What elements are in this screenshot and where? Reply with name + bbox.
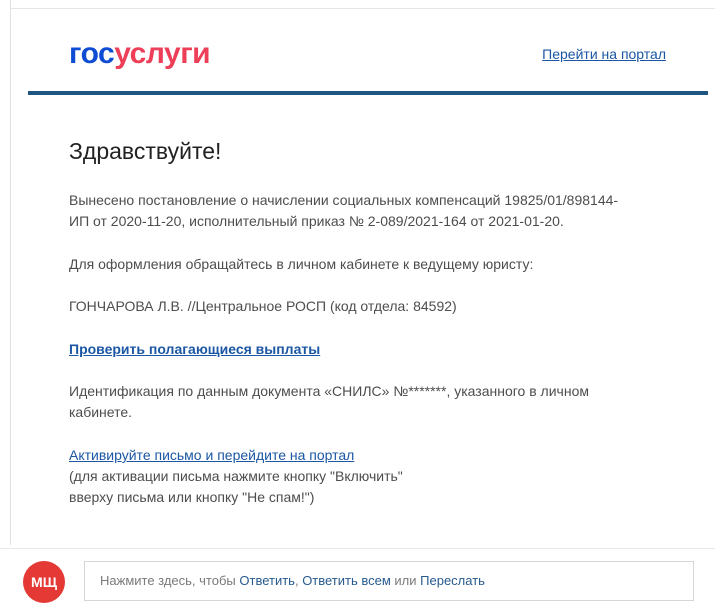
top-divider [10,8,715,9]
email-view: госуслуги Перейти на портал Здравствуйте… [0,0,715,609]
activation-note-line-2: вверху письма или кнопку "Не спам!") [69,489,315,505]
identification-paragraph: Идентификация по данным документа «СНИЛС… [69,381,669,423]
quick-reply-box[interactable]: Нажмите здесь, чтобы Ответить, Ответить … [84,561,694,601]
activation-note-line-1: (для активации письма нажмите кнопку "Вк… [69,468,403,484]
reply-action[interactable]: Ответить [239,573,295,588]
ruling-paragraph: Вынесено постановление о начислении соци… [69,190,669,232]
reply-prompt-text: Нажмите здесь, чтобы [100,573,240,588]
sender-avatar: МЩ [23,561,65,603]
logo-part-gos: гос [69,37,115,70]
greeting-heading: Здравствуйте! [69,138,222,164]
forward-action[interactable]: Переслать [420,573,485,588]
ruling-line-1: Вынесено постановление о начислении соци… [69,192,619,208]
gosuslugi-logo: госуслуги [69,36,211,72]
contact-instruction: Для оформления обращайтесь в личном каби… [69,256,534,272]
check-payments-link[interactable]: Проверить полагающиеся выплаты [69,339,320,360]
activate-letter-link[interactable]: Активируйте письмо и перейдите на портал [69,445,354,466]
go-to-portal-link[interactable]: Перейти на портал [542,46,666,62]
logo-part-uslugi: услуги [114,37,211,70]
email-body: Здравствуйте! Вынесено постановление о н… [69,95,669,508]
reply-separator-2: или [390,573,421,588]
reply-bar: МЩ Нажмите здесь, чтобы Ответить, Ответи… [0,548,715,609]
ruling-line-2: ИП от 2020-11-20, исполнительный приказ … [69,213,564,229]
identification-line-1: Идентификация по данным документа «СНИЛС… [69,383,589,399]
reply-all-action[interactable]: Ответить всем [302,573,391,588]
activation-note: (для активации письма нажмите кнопку "Вк… [69,466,669,508]
lawyer-info: ГОНЧАРОВА Л.В. //Центральное РОСП (код о… [69,298,457,314]
identification-line-2: кабинете. [69,404,133,420]
left-divider [10,0,11,545]
